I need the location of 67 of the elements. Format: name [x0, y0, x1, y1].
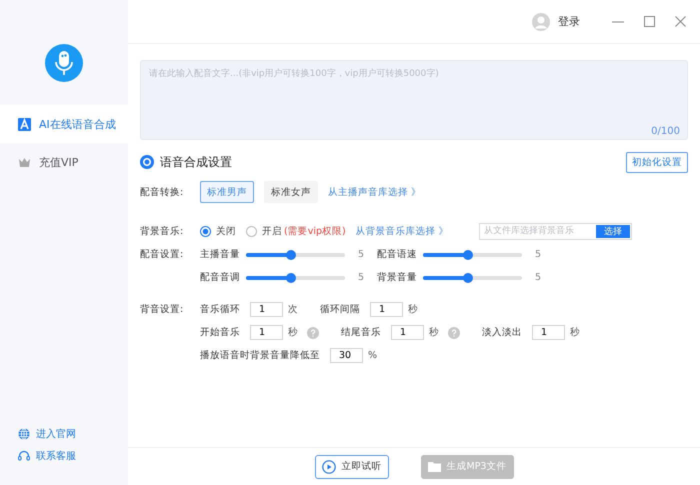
number-field[interactable]: 1 — [391, 325, 424, 340]
folder-icon — [428, 461, 440, 472]
avatar-icon — [532, 12, 550, 30]
close-icon[interactable] — [675, 16, 686, 27]
setting-label: 循环间隔 — [320, 303, 360, 316]
slider-thumb[interactable] — [462, 272, 473, 282]
play-icon — [322, 460, 336, 474]
gear-icon — [140, 155, 154, 169]
setting-label: 播放语音时背景音量降低至 — [200, 349, 320, 362]
field-label: 配音转换: — [140, 186, 184, 198]
character-counter: 0/100 — [651, 126, 680, 137]
sidebar-link[interactable]: 进入官网 — [36, 427, 76, 441]
slider-track[interactable] — [246, 252, 345, 256]
headset-icon — [18, 450, 30, 462]
unit-label: 秒 — [408, 303, 418, 316]
slider-track[interactable] — [423, 252, 522, 256]
unit-label: 秒 — [570, 326, 580, 339]
slider-thumb[interactable] — [286, 272, 296, 282]
unit-label: 秒 — [429, 326, 439, 339]
music-library-link[interactable]: 从背景音乐库选择 》 — [356, 224, 449, 238]
globe-icon — [18, 428, 30, 440]
slider-label: 配音语速 — [377, 248, 418, 261]
setting-label: 淡入淡出 — [482, 326, 522, 339]
unit-label: % — [368, 350, 378, 361]
slider-value: 5 — [357, 249, 366, 260]
slider-track[interactable] — [423, 276, 522, 280]
microphone-logo-icon — [45, 44, 83, 82]
voice-library-link[interactable]: 从主播声音库选择 》 — [328, 186, 422, 198]
slider-value: 5 — [534, 272, 542, 283]
voice-option[interactable]: 标准女声 — [264, 181, 318, 203]
radio-button[interactable] — [246, 226, 257, 236]
number-field[interactable]: 30 — [330, 348, 363, 363]
crown-icon — [18, 156, 31, 168]
login-link[interactable]: 登录 — [558, 14, 580, 29]
vip-note: (需要vip权限) — [284, 224, 346, 238]
setting-label: 音乐循环 — [200, 303, 240, 316]
slider-value: 5 — [534, 249, 542, 260]
choose-button[interactable]: 选择 — [596, 224, 630, 238]
slider-value: 5 — [357, 272, 366, 283]
field-label: 背景音乐: — [140, 224, 184, 238]
field-label: 背音设置: — [140, 303, 184, 316]
unit-label: 次 — [288, 303, 298, 316]
setting-label: 开始音乐 — [200, 326, 240, 339]
slider-label: 背景音量 — [377, 271, 418, 284]
unit-label: 秒 — [288, 326, 298, 339]
reset-settings-button[interactable]: 初始化设置 — [626, 152, 688, 172]
slider-label: 主播音量 — [200, 248, 241, 261]
radio-label: 关闭 — [216, 224, 236, 238]
slider-thumb[interactable] — [286, 250, 296, 260]
slider-track[interactable] — [246, 276, 345, 280]
maximize-icon[interactable] — [644, 16, 655, 27]
sidebar-link[interactable]: 联系客服 — [36, 449, 76, 463]
preview-button[interactable]: 立即试听 — [314, 454, 388, 478]
section-title: 语音合成设置 — [160, 154, 233, 170]
slider-thumb[interactable] — [462, 250, 473, 260]
sidebar-item[interactable]: AI在线语音合成 — [0, 105, 128, 143]
radio-button[interactable] — [200, 226, 211, 236]
field-label: 配音设置: — [140, 248, 184, 261]
radio-label: 开启 — [262, 224, 282, 238]
number-field[interactable]: 1 — [370, 302, 403, 317]
number-field[interactable]: 1 — [532, 325, 565, 340]
slider-label: 配音音调 — [200, 271, 241, 284]
setting-label: 结尾音乐 — [341, 326, 381, 339]
number-field[interactable]: 1 — [250, 325, 283, 340]
number-field[interactable]: 1 — [250, 302, 283, 317]
sidebar-item[interactable]: 充值VIP — [0, 143, 128, 181]
letter-a-icon — [18, 118, 31, 130]
